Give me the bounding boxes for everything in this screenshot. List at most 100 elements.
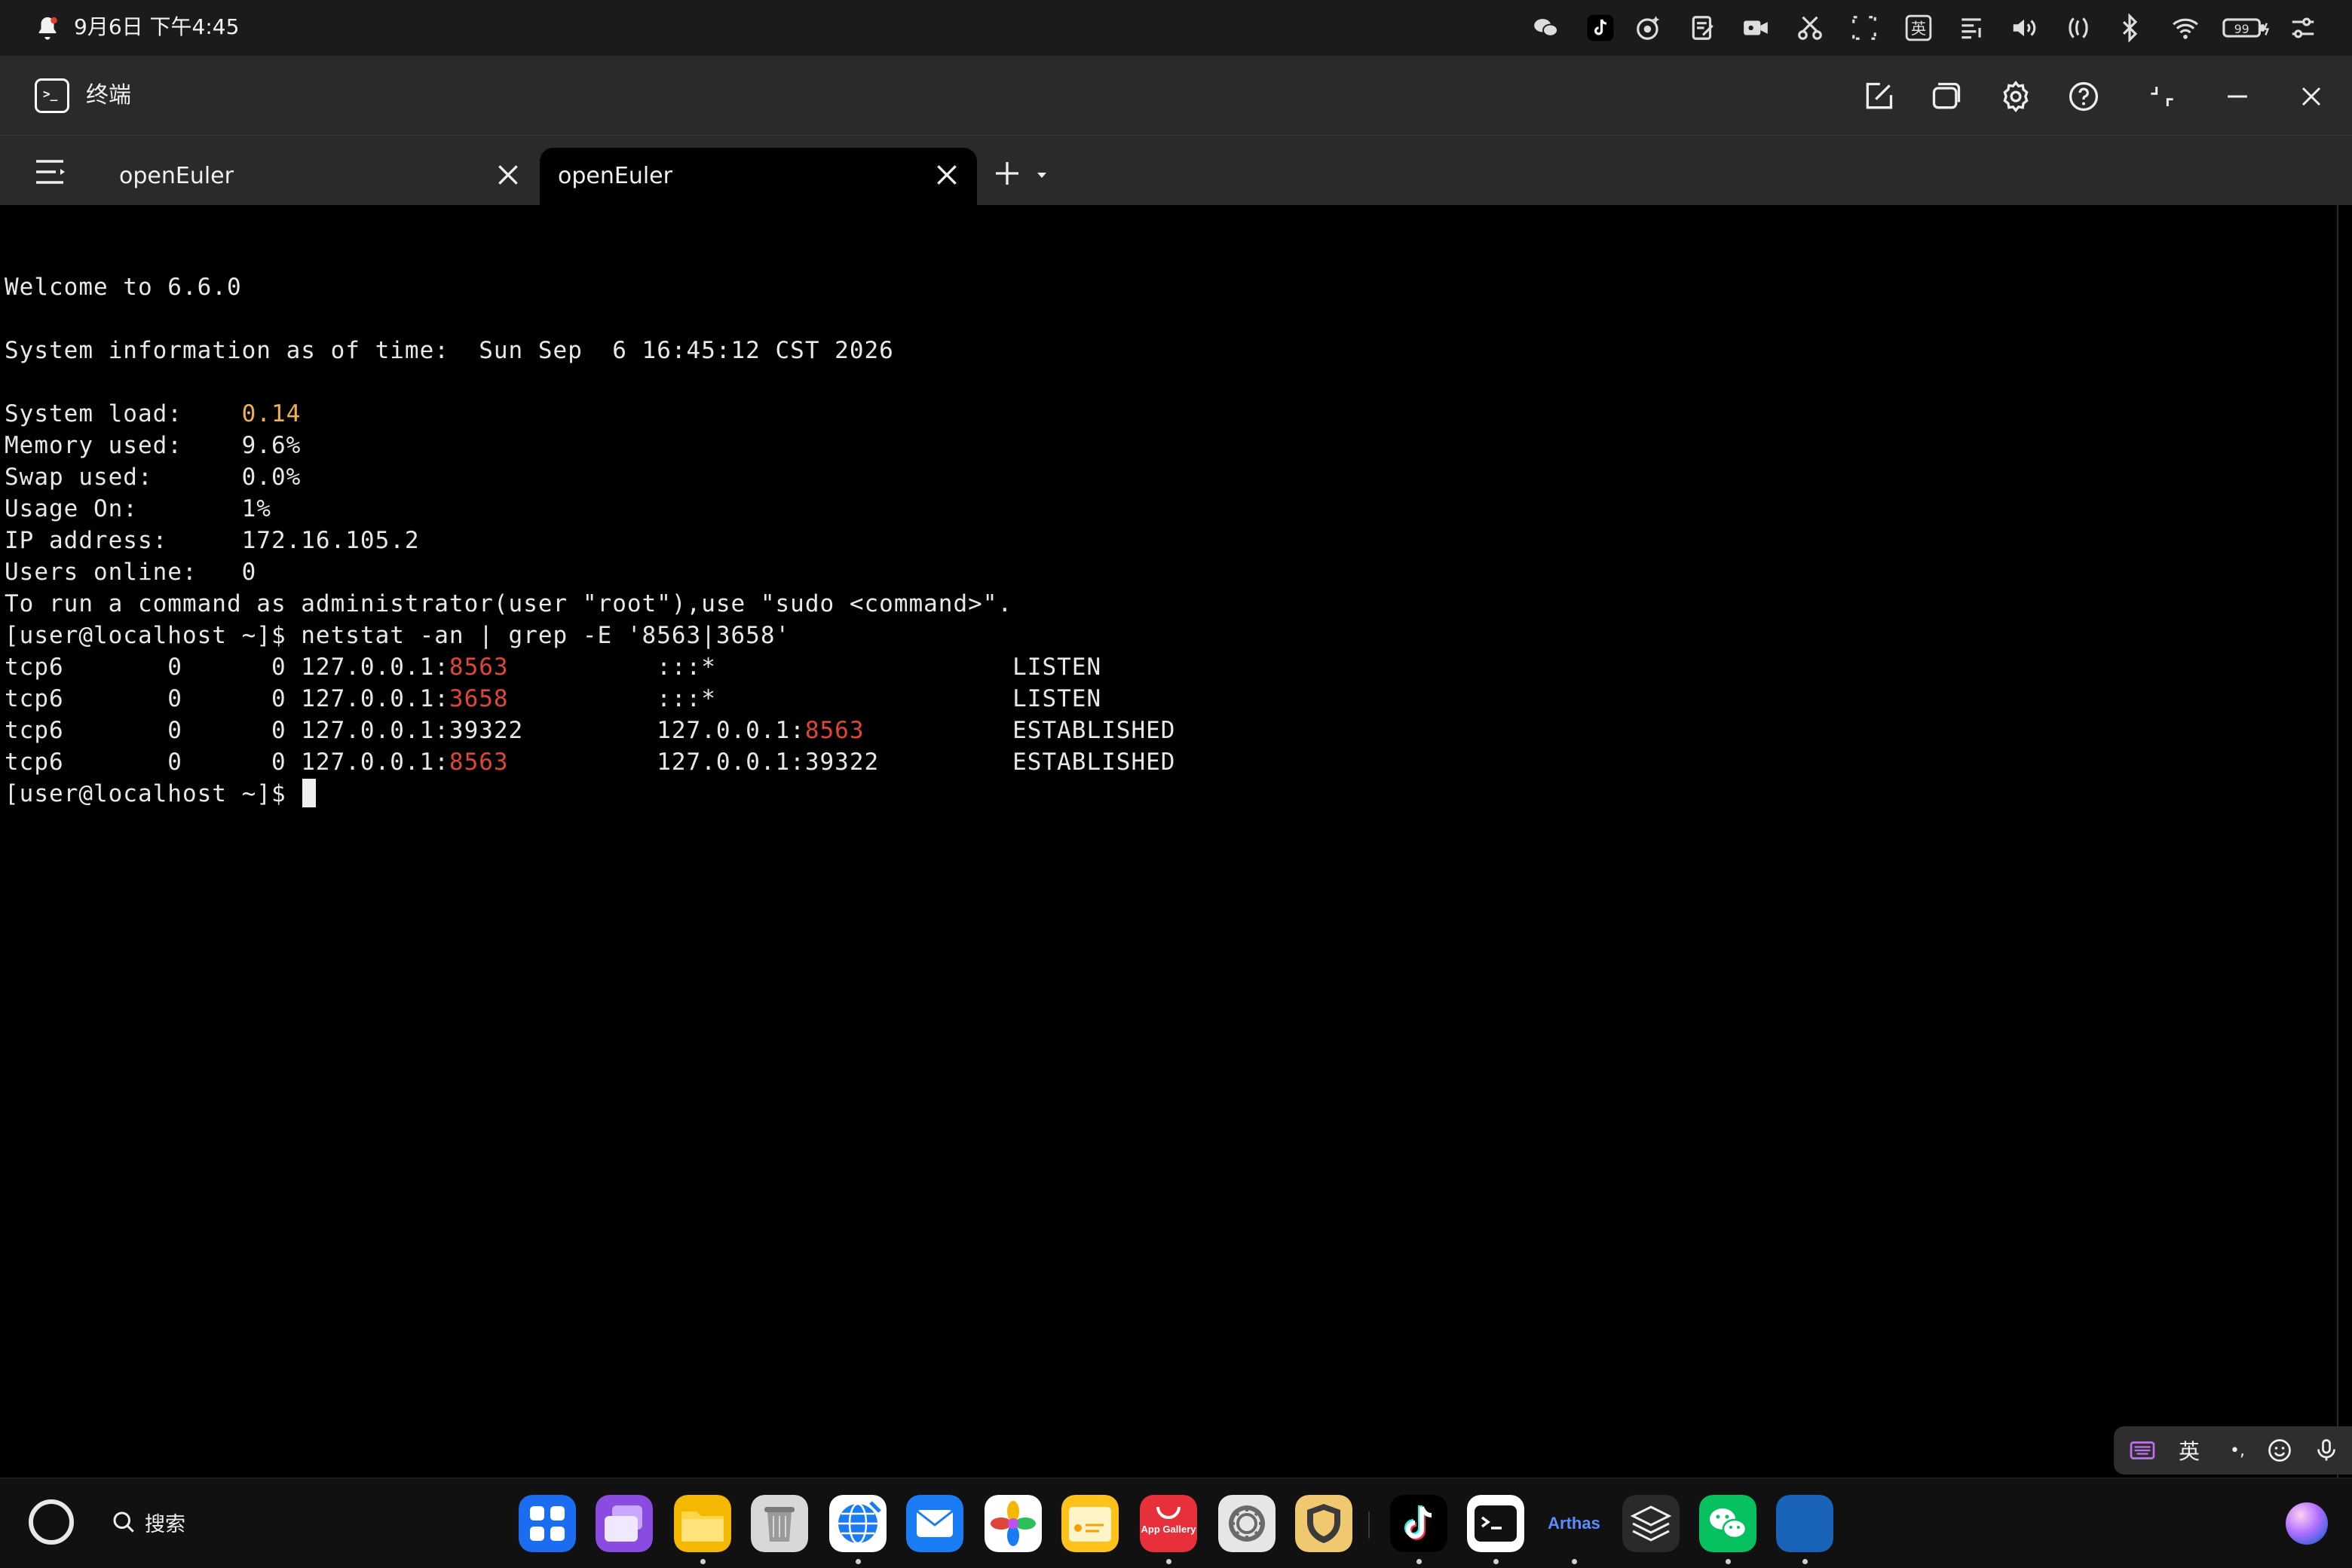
restore-icon[interactable] bbox=[2144, 78, 2180, 115]
video-icon[interactable] bbox=[1741, 14, 1770, 42]
terminal-output[interactable]: Welcome to 6.6.0 System information as of… bbox=[0, 205, 2352, 1478]
wechat-icon[interactable] bbox=[1532, 14, 1560, 42]
running-indicator bbox=[700, 1559, 706, 1564]
status-bar: 9月6日 下午4:45 英 99 bbox=[0, 0, 2352, 56]
layers-icon[interactable] bbox=[1622, 1495, 1680, 1552]
search-icon bbox=[113, 1511, 134, 1533]
arthas-icon[interactable]: Arthas bbox=[1545, 1495, 1603, 1552]
assistant-orb[interactable] bbox=[2286, 1502, 2328, 1545]
terminal-line: Welcome to 6.6.0 bbox=[5, 271, 1175, 303]
terminal-line: To run a command as administrator(user "… bbox=[5, 588, 1175, 620]
text-icon[interactable] bbox=[1957, 14, 1986, 42]
terminal-app-dock-icon[interactable] bbox=[1467, 1495, 1524, 1552]
app-gallery-icon[interactable]: App Gallery bbox=[1140, 1495, 1197, 1552]
terminal-scrollbar[interactable] bbox=[2337, 205, 2338, 1478]
terminal-text-segment: Memory used: 9.6% bbox=[5, 432, 302, 459]
ime-keyboard-icon[interactable] bbox=[2127, 1435, 2158, 1465]
minimize-icon[interactable] bbox=[2219, 78, 2256, 115]
tab-openeuler-2[interactable]: openEuler bbox=[540, 148, 977, 205]
terminal-app-icon: >_ bbox=[35, 78, 69, 113]
arthas-label: Arthas bbox=[1548, 1514, 1600, 1533]
new-window-icon[interactable] bbox=[1928, 78, 1965, 115]
terminal-text-segment: tcp6 0 0 127.0.0.1: bbox=[5, 685, 449, 712]
close-tab-icon[interactable] bbox=[932, 160, 962, 190]
terminal-text-segment: System load: bbox=[5, 400, 242, 427]
search-button[interactable]: 搜索 bbox=[110, 1505, 185, 1539]
terminal-text: Welcome to 6.6.0 System information as of… bbox=[5, 271, 1175, 810]
running-indicator bbox=[1493, 1559, 1499, 1564]
memo-icon[interactable] bbox=[1061, 1495, 1119, 1552]
running-indicator bbox=[1802, 1559, 1808, 1564]
close-tab-icon[interactable] bbox=[493, 160, 523, 190]
ai-app-icon[interactable] bbox=[1634, 14, 1663, 42]
ime-toolbar: 英 •, bbox=[2114, 1426, 2352, 1475]
terminal-text-segment: Welcome to 6.6.0 bbox=[5, 274, 242, 301]
terminal-line: tcp6 0 0 127.0.0.1:8563 127.0.0.1:39322 … bbox=[5, 746, 1175, 778]
settings-gear-icon[interactable] bbox=[1998, 78, 2034, 115]
microphone-icon[interactable] bbox=[2311, 1435, 2341, 1465]
files-icon[interactable] bbox=[674, 1495, 731, 1552]
close-window-icon[interactable] bbox=[2293, 78, 2329, 115]
terminal-line: tcp6 0 0 127.0.0.1:39322 127.0.0.1:8563 … bbox=[5, 715, 1175, 746]
highlighted-text: 8563 bbox=[804, 717, 865, 744]
control-center-icon[interactable] bbox=[2289, 14, 2317, 42]
nfc-icon[interactable] bbox=[2064, 14, 2093, 42]
highlighted-text: 8563 bbox=[449, 654, 509, 681]
wechat-app-icon[interactable] bbox=[1699, 1495, 1756, 1552]
multi-window-icon[interactable] bbox=[596, 1495, 653, 1552]
ime-indicator-text: 英 bbox=[1911, 20, 1927, 38]
scan-icon[interactable] bbox=[1850, 14, 1879, 42]
ime-punctuation-toggle[interactable]: •, bbox=[2222, 1435, 2252, 1465]
start-button[interactable] bbox=[29, 1499, 74, 1545]
tab-label: openEuler bbox=[119, 163, 234, 189]
edit-icon[interactable] bbox=[1860, 78, 1897, 115]
add-tab-icon[interactable] bbox=[992, 158, 1022, 188]
highlighted-text: 3658 bbox=[449, 685, 509, 712]
battery-icon[interactable]: 99 bbox=[2222, 14, 2271, 42]
tiktok-icon[interactable] bbox=[1586, 14, 1615, 42]
wifi-icon[interactable] bbox=[2171, 14, 2200, 42]
terminal-text-segment: Swap used: 0.0% bbox=[5, 464, 302, 491]
screenshot-icon[interactable] bbox=[1796, 14, 1824, 42]
security-icon[interactable] bbox=[1295, 1495, 1352, 1552]
terminal-text-segment: Users online: 0 bbox=[5, 559, 257, 586]
chevron-down-icon[interactable] bbox=[1036, 170, 1048, 179]
mail-icon[interactable] bbox=[906, 1495, 963, 1552]
tiktok-app-icon[interactable] bbox=[1390, 1495, 1447, 1552]
highlighted-text: 8563 bbox=[449, 749, 509, 776]
terminal-text-segment: tcp6 0 0 127.0.0.1:39322 127.0.0.1: bbox=[5, 717, 805, 744]
browser-icon[interactable] bbox=[829, 1495, 887, 1552]
app-gallery-label: App Gallery bbox=[1141, 1524, 1197, 1535]
recycle-bin-icon[interactable] bbox=[751, 1495, 808, 1552]
bluetooth-icon[interactable] bbox=[2115, 14, 2144, 42]
dock-separator bbox=[1368, 1511, 1370, 1539]
bell-icon[interactable] bbox=[35, 15, 60, 41]
terminal-line: Swap used: 0.0% bbox=[5, 461, 1175, 493]
terminal-text-segment: To run a command as administrator(user "… bbox=[5, 590, 1013, 617]
tab-openeuler-1[interactable]: openEuler bbox=[101, 148, 538, 205]
terminal-line: Memory used: 9.6% bbox=[5, 430, 1175, 461]
running-indicator bbox=[1726, 1559, 1731, 1564]
terminal-line: Usage On: 1% bbox=[5, 493, 1175, 525]
ime-en-icon[interactable]: 英 bbox=[1904, 14, 1933, 42]
running-indicator bbox=[1572, 1559, 1577, 1564]
gallery-icon[interactable] bbox=[985, 1495, 1042, 1552]
help-icon[interactable] bbox=[2066, 78, 2102, 115]
tab-list-menu-icon[interactable] bbox=[33, 157, 69, 187]
notes-icon[interactable] bbox=[1689, 14, 1717, 42]
terminal-line: [user@localhost ~]$ netstat -an | grep -… bbox=[5, 620, 1175, 651]
terminal-cursor bbox=[302, 779, 317, 807]
volume-icon[interactable] bbox=[2010, 14, 2038, 42]
settings-icon[interactable] bbox=[1218, 1495, 1276, 1552]
highlighted-text: 0.14 bbox=[241, 400, 302, 427]
terminal-text-segment: [user@localhost ~]$ bbox=[5, 780, 302, 807]
blue-app-icon[interactable] bbox=[1776, 1495, 1833, 1552]
dock: 搜索 App Gallery Arthas bbox=[0, 1478, 2352, 1568]
emoji-icon[interactable] bbox=[2265, 1435, 2295, 1465]
ime-language-toggle[interactable]: 英 bbox=[2174, 1435, 2204, 1465]
terminal-text-segment: :::* LISTEN bbox=[508, 685, 1102, 712]
running-indicator bbox=[1166, 1559, 1171, 1564]
app-center-icon[interactable] bbox=[519, 1495, 576, 1552]
